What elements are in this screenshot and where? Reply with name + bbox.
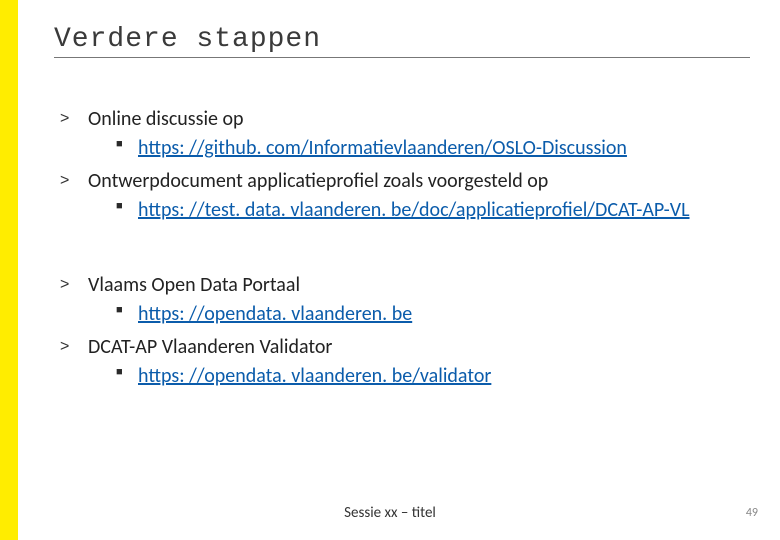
footer-session-label: Sessie xx – titel	[0, 504, 780, 522]
link[interactable]: https: //opendata. vlaanderen. be/valida…	[138, 364, 491, 388]
list-item: Vlaams Open Data Portaal https: //openda…	[60, 272, 750, 328]
sub-list-item: https: //test. data. vlaanderen. be/doc/…	[116, 197, 750, 224]
list-item-text: Vlaams Open Data Portaal	[88, 273, 300, 297]
title-underline	[54, 57, 750, 58]
list-item-text: Ontwerpdocument applicatieprofiel zoals …	[88, 169, 548, 193]
group-separator	[54, 230, 750, 272]
list-item: Online discussie op https: //github. com…	[60, 106, 750, 162]
slide-number: 49	[746, 506, 758, 520]
bullet-list: Online discussie op https: //github. com…	[54, 106, 750, 224]
list-item-text: Online discussie op	[88, 107, 244, 131]
list-item-text: DCAT-AP Vlaanderen Validator	[88, 335, 332, 359]
sub-list-item: https: //opendata. vlaanderen. be	[116, 301, 750, 328]
slide-title: Verdere stappen	[54, 24, 750, 55]
list-item: Ontwerpdocument applicatieprofiel zoals …	[60, 168, 750, 224]
link[interactable]: https: //test. data. vlaanderen. be/doc/…	[138, 198, 690, 222]
bullet-list: Vlaams Open Data Portaal https: //openda…	[54, 272, 750, 390]
link[interactable]: https: //opendata. vlaanderen. be	[138, 302, 412, 326]
accent-bar	[0, 0, 18, 540]
list-item: DCAT-AP Vlaanderen Validator https: //op…	[60, 334, 750, 390]
slide-body: Verdere stappen Online discussie op http…	[18, 0, 780, 540]
link[interactable]: https: //github. com/Informatievlaandere…	[138, 136, 627, 160]
sub-list-item: https: //github. com/Informatievlaandere…	[116, 135, 750, 162]
sub-list-item: https: //opendata. vlaanderen. be/valida…	[116, 363, 750, 390]
